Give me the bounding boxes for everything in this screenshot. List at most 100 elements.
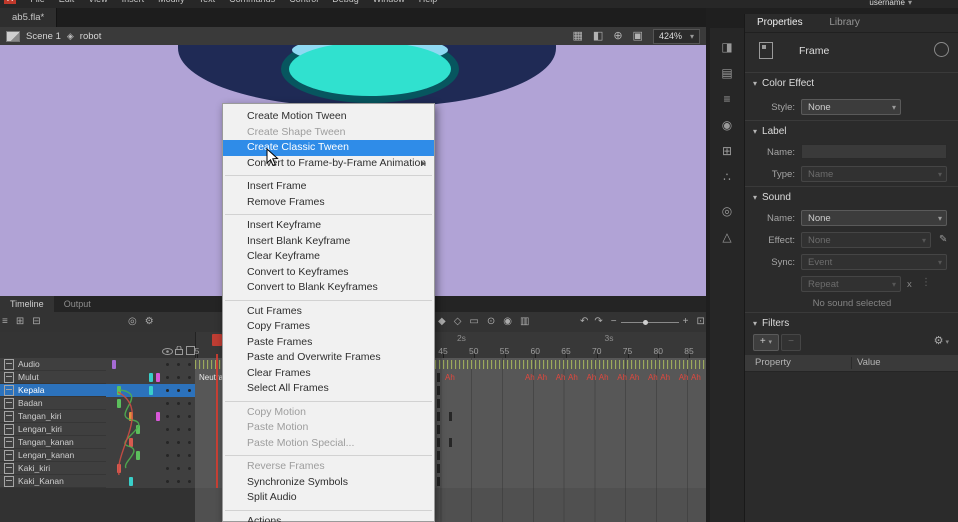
layer-toggle-dot[interactable] bbox=[177, 402, 180, 405]
timeline-menu-icon[interactable]: ≡ bbox=[2, 317, 8, 327]
menu-item-insert-blank-keyframe[interactable]: Insert Blank Keyframe bbox=[223, 234, 434, 250]
keyframe-marker[interactable] bbox=[449, 438, 452, 447]
layer-toggle-dots[interactable] bbox=[162, 475, 196, 489]
layer-toggle-dot[interactable] bbox=[166, 441, 169, 444]
layer-toggle-dot[interactable] bbox=[166, 428, 169, 431]
menu-item-synchronize-symbols[interactable]: Synchronize Symbols bbox=[223, 475, 434, 491]
layer-toggle-dots[interactable] bbox=[162, 436, 196, 450]
brushes-panel-icon[interactable]: ∴ bbox=[710, 170, 744, 184]
center-stage-icon[interactable]: ⊕ bbox=[613, 31, 622, 42]
menu-item-convert-to-blank-keyframes[interactable]: Convert to Blank Keyframes bbox=[223, 280, 434, 296]
help-icon[interactable] bbox=[934, 42, 949, 57]
section-color-effect[interactable]: ▾Color Effect bbox=[753, 78, 814, 89]
outline-column-icon[interactable] bbox=[186, 346, 195, 355]
tab-properties[interactable]: Properties bbox=[745, 14, 815, 32]
layer-toggle-dot[interactable] bbox=[188, 376, 191, 379]
menu-item-clear-keyframe[interactable]: Clear Keyframe bbox=[223, 249, 434, 265]
layer-toggle-dots[interactable] bbox=[162, 423, 196, 437]
keyframe-marker[interactable] bbox=[437, 399, 440, 408]
breadcrumb-scene[interactable]: Scene 1 bbox=[26, 31, 61, 42]
zoom-in-icon[interactable]: + bbox=[683, 317, 689, 327]
info-panel-icon[interactable]: ◉ bbox=[710, 118, 744, 132]
section-sound[interactable]: ▾Sound bbox=[753, 192, 791, 203]
zoom-slider-track[interactable] bbox=[621, 322, 679, 323]
layer-name-cell[interactable]: Tangan_kanan bbox=[0, 436, 106, 449]
menu-view[interactable]: View bbox=[88, 0, 107, 4]
layer-toggle-dots[interactable] bbox=[162, 371, 196, 385]
layer-toggle-dot[interactable] bbox=[188, 441, 191, 444]
delete-layer-icon[interactable]: ⊟ bbox=[32, 317, 40, 327]
layer-toggle-dots[interactable] bbox=[162, 358, 196, 372]
section-label[interactable]: ▾Label bbox=[753, 126, 786, 137]
layer-toggle-dot[interactable] bbox=[188, 467, 191, 470]
keyframe-marker[interactable] bbox=[437, 438, 440, 447]
filter-options-icon[interactable]: ⚙ ▾ bbox=[934, 334, 949, 347]
layer-toggle-dots[interactable] bbox=[162, 384, 196, 398]
sound-name-dropdown[interactable]: None▾ bbox=[801, 210, 947, 226]
timeline-tab-timeline[interactable]: Timeline bbox=[0, 296, 54, 312]
edit-sound-envelope-icon[interactable]: ✎ bbox=[939, 234, 947, 245]
insert-keyframe-icon[interactable]: ◆ bbox=[438, 317, 446, 327]
add-filter-button[interactable]: + ▾ bbox=[753, 334, 779, 351]
insert-blank-keyframe-icon[interactable]: ◇ bbox=[454, 317, 462, 327]
keyframe-marker[interactable] bbox=[437, 373, 440, 382]
transform-panel-icon[interactable]: ⊞ bbox=[710, 144, 744, 158]
layer-toggle-dot[interactable] bbox=[177, 363, 180, 366]
menu-commands[interactable]: Commands bbox=[229, 0, 275, 4]
menu-item-copy-frames[interactable]: Copy Frames bbox=[223, 319, 434, 335]
layer-toggle-dot[interactable] bbox=[177, 454, 180, 457]
layer-toggle-dot[interactable] bbox=[177, 480, 180, 483]
menu-file[interactable]: File bbox=[30, 0, 45, 4]
menu-help[interactable]: Help bbox=[419, 0, 438, 4]
layer-toggle-dot[interactable] bbox=[166, 480, 169, 483]
layer-toggle-dot[interactable] bbox=[188, 454, 191, 457]
menu-window[interactable]: Window bbox=[373, 0, 405, 4]
menu-item-insert-keyframe[interactable]: Insert Keyframe bbox=[223, 218, 434, 234]
app-logo-icon[interactable]: Fl bbox=[4, 0, 16, 4]
layer-toggle-dot[interactable] bbox=[188, 415, 191, 418]
layer-parenting-cell[interactable] bbox=[106, 449, 162, 463]
layer-toggle-dot[interactable] bbox=[188, 480, 191, 483]
insert-layer-icon[interactable]: ⊞ bbox=[16, 317, 24, 327]
keyframe-marker[interactable] bbox=[437, 464, 440, 473]
menu-item-clear-frames[interactable]: Clear Frames bbox=[223, 366, 434, 382]
layer-parenting-cell[interactable] bbox=[106, 423, 162, 437]
keyframe-marker[interactable] bbox=[449, 412, 452, 421]
account-menu[interactable]: username▾ bbox=[869, 0, 912, 7]
layer-toggle-dot[interactable] bbox=[166, 389, 169, 392]
libraries-panel-icon[interactable]: ≡ bbox=[710, 92, 744, 106]
menu-insert[interactable]: Insert bbox=[122, 0, 145, 4]
menu-item-create-classic-tween[interactable]: Create Classic Tween bbox=[223, 140, 434, 156]
timeline-tab-output[interactable]: Output bbox=[54, 296, 101, 312]
preview-grid-icon[interactable]: ▦ bbox=[573, 31, 583, 42]
lock-column-icon[interactable] bbox=[175, 346, 183, 355]
menu-modify[interactable]: Modify bbox=[158, 0, 185, 4]
menu-item-convert-to-frame-by-frame-animation[interactable]: Convert to Frame-by-Frame Animation▸ bbox=[223, 156, 434, 172]
layer-toggle-dot[interactable] bbox=[177, 415, 180, 418]
section-filters[interactable]: ▾Filters bbox=[753, 318, 789, 329]
layer-parenting-cell[interactable] bbox=[106, 436, 162, 450]
layer-parenting-cell[interactable] bbox=[106, 358, 162, 372]
layer-name-cell[interactable]: Audio bbox=[0, 358, 106, 371]
layer-toggle-dot[interactable] bbox=[177, 428, 180, 431]
camera-icon[interactable]: ◎ bbox=[128, 317, 137, 327]
menu-debug[interactable]: Debug bbox=[332, 0, 359, 4]
menu-item-remove-frames[interactable]: Remove Frames bbox=[223, 195, 434, 211]
layer-toggle-dot[interactable] bbox=[166, 454, 169, 457]
reset-timeline-zoom-icon[interactable]: ⊡ bbox=[696, 317, 704, 327]
keyframe-marker[interactable] bbox=[437, 451, 440, 460]
menu-edit[interactable]: Edit bbox=[59, 0, 75, 4]
step-back-icon[interactable]: ↶ bbox=[580, 317, 588, 327]
layer-toggle-dot[interactable] bbox=[188, 402, 191, 405]
layer-name-cell[interactable]: Tangan_kiri bbox=[0, 410, 106, 423]
layer-toggle-dots[interactable] bbox=[162, 410, 196, 424]
style-dropdown[interactable]: None▾ bbox=[801, 99, 901, 115]
layer-toggle-dot[interactable] bbox=[188, 428, 191, 431]
layer-toggle-dot[interactable] bbox=[166, 376, 169, 379]
breadcrumb-symbol[interactable]: robot bbox=[80, 31, 102, 42]
layer-toggle-dots[interactable] bbox=[162, 397, 196, 411]
layer-parenting-cell[interactable] bbox=[106, 384, 162, 398]
menu-item-convert-to-keyframes[interactable]: Convert to Keyframes bbox=[223, 265, 434, 281]
layer-name-cell[interactable]: Mulut bbox=[0, 371, 106, 384]
keyframe-marker[interactable] bbox=[437, 412, 440, 421]
